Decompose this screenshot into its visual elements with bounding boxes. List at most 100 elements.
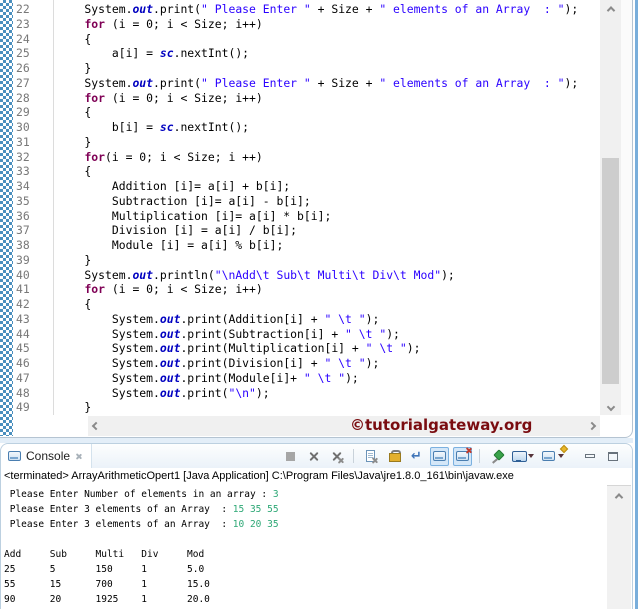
- code-token: out: [132, 267, 154, 282]
- code-token: (i = 0; i < Size; i ++): [105, 149, 263, 164]
- scroll-left-arrow-icon[interactable]: [88, 416, 104, 436]
- code-token: );: [365, 356, 380, 370]
- line-number-gutter[interactable]: 22 23 24 25 26 27 28 29 30 31 32 33 34 35 36 37 38 39 40 41…: [13, 0, 54, 415]
- display-selected-console-icon[interactable]: [510, 447, 536, 466]
- maximize-icon[interactable]: [603, 447, 622, 466]
- line-number: 29: [16, 105, 30, 120]
- console-vertical-scrollbar[interactable]: [607, 485, 631, 609]
- code-token: out: [159, 370, 181, 385]
- line-number: 49: [16, 400, 30, 415]
- dropdown-arrow-icon[interactable]: [528, 454, 534, 458]
- show-console-stderr-icon[interactable]: [453, 446, 472, 466]
- code-line: System.out.print("\n");: [57, 386, 599, 401]
- line-number: 48: [16, 385, 30, 400]
- console-stdout-text: 55 15 700 1 15.0: [4, 579, 210, 590]
- code-token: out: [159, 356, 181, 370]
- code-token: "\nAdd\t Sub\t Multi\t Div\t Mod": [214, 267, 442, 282]
- code-token: .println(: [153, 267, 215, 282]
- line-number: 28: [16, 90, 30, 105]
- terminate-icon[interactable]: [281, 447, 300, 466]
- vertical-scrollbar-thumb[interactable]: [602, 158, 619, 384]
- pin-console-icon[interactable]: [487, 447, 506, 466]
- code-token: }: [57, 252, 92, 267]
- word-wrap-icon[interactable]: ↵: [407, 447, 426, 466]
- code-token: .print(: [153, 75, 202, 90]
- dropdown-arrow-icon[interactable]: [558, 454, 564, 458]
- code-line: {: [57, 105, 599, 120]
- console-scroll-up-arrow-icon[interactable]: [607, 488, 631, 503]
- code-token: sc: [159, 46, 174, 61]
- code-line: for (i = 0; i < Size; i++): [57, 282, 599, 297]
- console-line: Add Sub Multi Div Mod: [4, 547, 632, 562]
- show-console-stdout-icon[interactable]: [430, 446, 449, 466]
- scroll-down-arrow-icon[interactable]: [600, 398, 621, 415]
- scroll-right-arrow-icon[interactable]: [584, 416, 600, 436]
- code-token: Multiplication [i]= a[i] * b[i];: [57, 208, 332, 223]
- code-token: out: [159, 326, 181, 341]
- code-editor-area[interactable]: System.out.print(" Please Enter " + Size…: [55, 0, 599, 415]
- code-token: .print(Multiplication[i] +: [180, 341, 366, 356]
- editor-vertical-scrollbar[interactable]: [600, 0, 621, 415]
- code-line: for (i = 0; i < Size; i++): [57, 91, 599, 106]
- line-number: 42: [16, 297, 30, 311]
- code-line: Multiplication [i]= a[i] * b[i];: [57, 209, 599, 224]
- close-icon[interactable]: [75, 453, 82, 460]
- line-number: 37: [16, 223, 30, 238]
- console-line: 55 15 700 1 15.0: [4, 577, 632, 592]
- code-token: " \t ": [324, 311, 366, 326]
- line-number: 35: [16, 193, 30, 208]
- console-output[interactable]: Please Enter Number of elements in an ar…: [1, 485, 632, 607]
- toolbar-separator: [353, 449, 354, 463]
- code-token: "\n": [228, 385, 256, 400]
- line-number: 36: [16, 208, 30, 223]
- line-number: 47: [16, 370, 30, 385]
- code-token: Addition [i]= a[i] + b[i];: [57, 179, 291, 193]
- code-token: " \t ": [365, 341, 407, 356]
- console-stdout-text: Please Enter 3 elements of an Array :: [4, 519, 233, 530]
- code-token: {: [57, 164, 92, 179]
- scroll-up-arrow-icon[interactable]: [600, 0, 621, 17]
- console-icon: [8, 451, 21, 461]
- code-token: {: [57, 297, 92, 311]
- code-token: System.: [57, 356, 160, 370]
- chevron-left-icon: [91, 421, 101, 431]
- watermark: ©tutorialgateway.org: [350, 416, 533, 434]
- tab-console[interactable]: Console: [1, 444, 93, 468]
- code-token: " elements of an Array : ": [379, 2, 565, 16]
- code-line: System.out.print(Subtraction[i] + " \t "…: [57, 327, 599, 342]
- code-line: System.out.println("\nAdd\t Sub\t Multi\…: [57, 268, 599, 283]
- code-token: " \t ": [345, 326, 387, 341]
- code-token: for: [84, 16, 106, 31]
- code-token: a[i] =: [57, 46, 160, 61]
- code-line: {: [57, 164, 599, 179]
- code-token: );: [345, 370, 359, 385]
- code-token: }: [57, 400, 92, 415]
- remove-launch-icon[interactable]: [304, 447, 323, 466]
- code-line: System.out.print(" Please Enter " + Size…: [57, 76, 599, 91]
- code-token: " elements of an Array : ": [379, 75, 565, 90]
- clear-console-icon[interactable]: [361, 447, 380, 466]
- code-token: " Please Enter ": [201, 2, 311, 16]
- java-editor-pane: 22 23 24 25 26 27 28 29 30 31 32 33 34 35 36 37 38 39 40 41…: [0, 0, 633, 438]
- code-token: System.: [57, 75, 133, 90]
- scroll-lock-icon[interactable]: [384, 447, 403, 466]
- console-tab-bar: Console ↵: [1, 444, 632, 468]
- code-token: .print(: [153, 2, 202, 16]
- code-token: Module [i] = a[i] % b[i];: [57, 238, 284, 252]
- code-line: System.out.print(Addition[i] + " \t ");: [57, 312, 599, 327]
- code-line: a[i] = sc.nextInt();: [57, 46, 599, 61]
- code-line: }: [57, 61, 599, 76]
- code-token: System.: [57, 385, 160, 400]
- console-view: Console ↵ <terminated> ArrayArithmeticOp…: [0, 443, 633, 609]
- code-token: System.: [57, 311, 160, 326]
- console-user-input: 15 35 55: [232, 504, 279, 515]
- code-token: Subtraction [i]= a[i] - b[i];: [57, 193, 311, 208]
- code-token: .print(Subtraction[i] +: [180, 326, 346, 341]
- open-console-icon[interactable]: [540, 444, 569, 466]
- code-line: }: [57, 135, 599, 150]
- remove-all-terminated-icon[interactable]: [327, 447, 346, 466]
- minimize-icon[interactable]: [580, 447, 599, 466]
- code-line: {: [57, 297, 599, 312]
- line-number: 27: [16, 75, 30, 90]
- code-line: }: [57, 400, 599, 415]
